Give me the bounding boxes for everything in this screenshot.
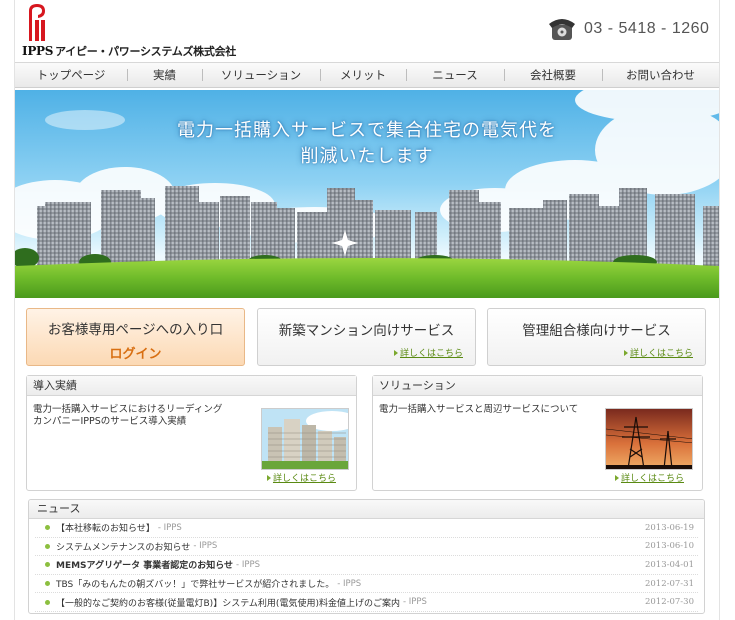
news-item[interactable]: 【一般的なご契約のお客様(従量電灯B)】システム利用(電気使用)料金値上げのご案… — [35, 593, 698, 612]
login-button[interactable]: ログイン — [27, 343, 244, 362]
management-more-link[interactable]: 詳しくはこちら — [623, 346, 693, 359]
news-item-date: 2013-04-01 — [644, 559, 694, 570]
news-item-date: 2013-06-10 — [644, 541, 694, 552]
customer-login-title: お客様専用ページへの入り口 — [47, 322, 224, 338]
hero-headline-line2: 削減いたします — [300, 146, 434, 167]
news-item-title[interactable]: システムメンテナンスのお知らせ — [56, 540, 190, 553]
page: IPPS アイピー・パワーシステムズ株式会社 03 - 5418 - 1260 ト… — [0, 0, 735, 620]
bullet-icon — [45, 581, 50, 587]
news-item-title[interactable]: MEMSアグリゲータ 事業者認定のお知らせ — [56, 558, 233, 571]
buildings-photo-icon — [262, 409, 348, 469]
solutions-power-tower-image[interactable] — [605, 408, 693, 470]
arrow-right-icon — [393, 349, 398, 356]
news-item[interactable]: TBS「みのもんたの朝ズバッ！」で弊社サービスが紹介されました。 - IPPS … — [35, 575, 698, 594]
logo-ipps-text: IPPS — [22, 44, 54, 58]
news-item-source: - IPPS — [402, 597, 427, 608]
news-item-title[interactable]: 【一般的なご契約のお客様(従量電灯B)】システム利用(電気使用)料金値上げのご案… — [56, 596, 400, 609]
solutions-panel: ソリューション 電力一括購入サービスと周辺サービスについて 詳しくはこちら — [372, 375, 703, 491]
news-item[interactable]: 【本社移転のお知らせ】 - IPPS 2013-06-19 — [35, 519, 698, 538]
results-panel-text: 電力一括購入サービスにおけるリーディング カンパニーIPPSのサービス導入実績 — [33, 404, 222, 428]
bullet-icon — [45, 525, 50, 531]
phone-contact: 03 - 5418 - 1260 — [548, 15, 709, 43]
results-more-label: 詳しくはこちら — [272, 474, 336, 484]
news-item-title[interactable]: TBS「みのもんたの朝ズバッ！」で弊社サービスが紹介されました。 — [56, 577, 334, 590]
management-service-title: 管理組合様向けサービス — [522, 323, 671, 339]
arrow-right-icon — [266, 474, 271, 481]
news-item-date: 2012-07-30 — [644, 597, 694, 608]
results-text-line1: 電力一括購入サービスにおけるリーディング — [33, 404, 223, 415]
phone-number: 03 - 5418 - 1260 — [584, 20, 710, 37]
nav-item-results[interactable]: 実績 — [127, 63, 202, 87]
bullet-icon — [45, 599, 50, 605]
news-item-date: 2012-07-31 — [644, 578, 694, 589]
solutions-panel-title: ソリューション — [373, 376, 702, 396]
results-more-link[interactable]: 詳しくはこちら — [266, 471, 336, 484]
news-item-title[interactable]: 【本社移転のお知らせ】 — [56, 521, 155, 534]
nav-item-company[interactable]: 会社概要 — [504, 63, 602, 87]
telephone-icon — [549, 19, 575, 40]
logo-company-name: アイピー・パワーシステムズ株式会社 — [55, 45, 236, 58]
arrow-right-icon — [614, 474, 619, 481]
nav-item-merits[interactable]: メリット — [320, 63, 406, 87]
nav-item-top[interactable]: トップページ — [15, 63, 127, 87]
main-nav: トップページ 実績 ソリューション メリット ニュース 会社概要 お問い合わせ — [15, 62, 719, 88]
news-panel-title: ニュース — [29, 500, 704, 519]
logo-wordmark: IPPS アイピー・パワーシステムズ株式会社 — [22, 43, 236, 59]
bullet-icon — [45, 562, 50, 568]
results-panel-title: 導入実績 — [27, 376, 356, 396]
solutions-more-label: 詳しくはこちら — [620, 474, 684, 484]
news-item[interactable]: MEMSアグリゲータ 事業者認定のお知らせ - IPPS 2013-04-01 — [35, 556, 698, 575]
results-panel: 導入実績 電力一括購入サービスにおけるリーディング カンパニーIPPSのサービス… — [26, 375, 357, 491]
nav-item-contact[interactable]: お問い合わせ — [602, 63, 719, 87]
news-item-source: - IPPS — [337, 578, 362, 589]
ipps-logo-icon — [29, 4, 45, 41]
hero-headline-line1: 電力一括購入サービスで集合住宅の電気代を — [177, 120, 557, 141]
bullet-icon — [45, 543, 50, 549]
news-panel: ニュース 【本社移転のお知らせ】 - IPPS 2013-06-19 システムメ… — [28, 499, 705, 614]
management-more-label: 詳しくはこちら — [629, 349, 693, 359]
hero-banner: 電力一括購入サービスで集合住宅の電気代を 削減いたします — [15, 90, 719, 298]
solutions-text-line1: 電力一括購入サービスと周辺サービスについて — [379, 404, 579, 415]
news-item-source: - IPPS — [236, 559, 260, 570]
nav-item-news[interactable]: ニュース — [406, 63, 504, 87]
company-logo[interactable]: IPPS アイピー・パワーシステムズ株式会社 — [22, 3, 236, 58]
new-mansion-more-link[interactable]: 詳しくはこちら — [393, 346, 463, 359]
news-item-date: 2013-06-19 — [644, 522, 694, 533]
customer-login-box[interactable]: お客様専用ページへの入り口 ログイン — [26, 308, 245, 366]
news-item-source: - IPPS — [193, 541, 218, 552]
results-text-line2: カンパニーIPPSのサービス導入実績 — [33, 416, 187, 427]
nav-item-solutions[interactable]: ソリューション — [202, 63, 320, 87]
new-mansion-service-box[interactable]: 新築マンション向けサービス 詳しくはこちら — [257, 308, 476, 366]
new-mansion-service-title: 新築マンション向けサービス — [278, 323, 455, 339]
new-mansion-more-label: 詳しくはこちら — [399, 349, 463, 359]
solutions-more-link[interactable]: 詳しくはこちら — [614, 471, 684, 484]
management-service-box[interactable]: 管理組合様向けサービス 詳しくはこちら — [487, 308, 706, 366]
results-buildings-image[interactable] — [261, 408, 349, 470]
news-item-source: - IPPS — [157, 522, 182, 533]
arrow-right-icon — [623, 349, 628, 356]
news-item[interactable]: システムメンテナンスのお知らせ - IPPS 2013-06-10 — [35, 538, 698, 557]
power-tower-photo-icon — [606, 409, 692, 469]
solutions-panel-text: 電力一括購入サービスと周辺サービスについて — [379, 404, 578, 416]
